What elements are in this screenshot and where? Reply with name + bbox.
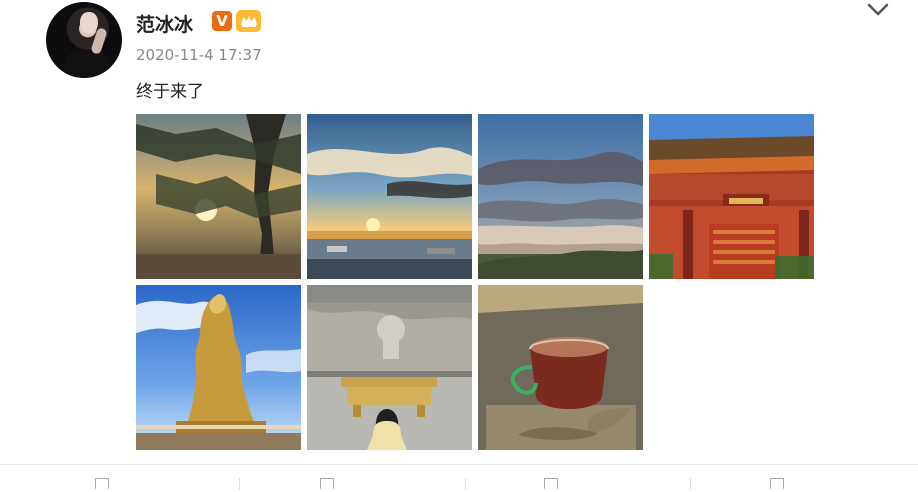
photo-cloudy-sky[interactable] bbox=[478, 114, 643, 279]
photo-temple-eaves[interactable] bbox=[649, 114, 814, 279]
photo-tea-cup[interactable] bbox=[478, 285, 643, 450]
avatar-face bbox=[80, 12, 98, 34]
photo-sunset-tree[interactable] bbox=[136, 114, 301, 279]
post-timestamp[interactable]: 2020-11-4 17:37 bbox=[136, 46, 262, 64]
share-button[interactable] bbox=[95, 478, 109, 492]
footer-separator bbox=[465, 478, 466, 490]
footer-separator bbox=[690, 478, 691, 490]
repost-button[interactable] bbox=[544, 478, 558, 492]
avatar[interactable] bbox=[46, 2, 122, 78]
like-button[interactable] bbox=[770, 478, 784, 492]
photo-golden-statue[interactable] bbox=[136, 285, 301, 450]
verified-badge-icon: V bbox=[212, 11, 232, 31]
footer-divider bbox=[0, 464, 918, 465]
chevron-down-icon[interactable] bbox=[866, 0, 890, 20]
photo-sunset-sea[interactable] bbox=[307, 114, 472, 279]
share-icon bbox=[95, 478, 109, 489]
comment-button[interactable] bbox=[320, 478, 334, 492]
post-text: 终于来了 bbox=[136, 82, 204, 102]
username[interactable]: 范冰冰 bbox=[136, 10, 193, 37]
comment-icon bbox=[320, 478, 334, 489]
repost-icon bbox=[544, 478, 558, 489]
photo-grid bbox=[136, 114, 816, 454]
member-crown-icon bbox=[236, 10, 261, 32]
avatar-figure bbox=[64, 50, 110, 78]
footer-separator bbox=[239, 478, 240, 490]
photo-stone-relief[interactable] bbox=[307, 285, 472, 450]
like-icon bbox=[770, 478, 784, 489]
